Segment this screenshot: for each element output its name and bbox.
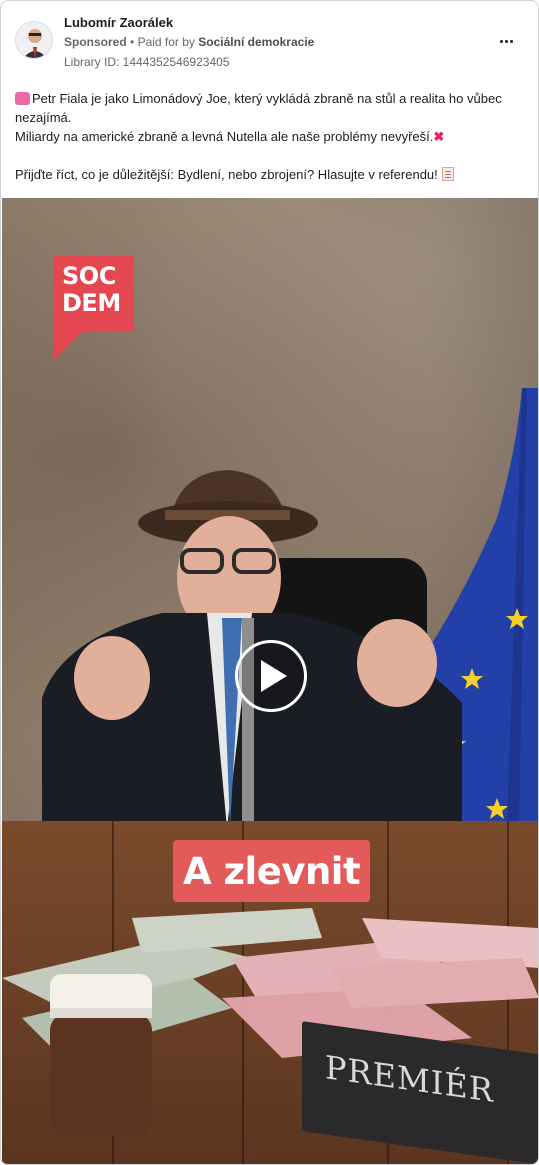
ad-video[interactable]: SOC DEM PREMIÉR A zlevnit — [2, 198, 538, 1164]
author-name[interactable]: Lubomír Zaorálek — [64, 15, 173, 30]
cross-mark-icon: ✖ — [433, 129, 445, 144]
video-caption: A zlevnit — [173, 840, 371, 902]
more-horizontal-icon[interactable] — [494, 31, 518, 51]
socdem-logo: SOC DEM — [54, 256, 134, 360]
author-avatar[interactable] — [15, 21, 53, 59]
nutella-jar-image — [50, 974, 152, 1136]
ad-text-line-2: Miliardy na americké zbraně a levná Nute… — [15, 129, 445, 144]
paid-for-prefix: Paid for by — [137, 35, 195, 49]
cowboy-emoji-icon — [15, 92, 30, 105]
ballot-document-icon — [441, 167, 454, 181]
ad-text-line-1: Petr Fiala je jako Limonádový Joe, který… — [15, 91, 502, 125]
ad-text-line-3: Přijďte říct, co je důležitější: Bydlení… — [15, 165, 525, 184]
play-icon[interactable] — [235, 640, 307, 712]
dot-separator: • — [130, 35, 138, 49]
ad-body-text: Petr Fiala je jako Limonádový Joe, který… — [15, 89, 525, 184]
post-header: Lubomír Zaorálek Sponsored • Paid for by… — [1, 1, 538, 81]
sponsored-label: Sponsored — [64, 35, 127, 49]
ad-post-card: Lubomír Zaorálek Sponsored • Paid for by… — [0, 0, 539, 1165]
paid-for-org[interactable]: Sociální demokracie — [198, 35, 314, 49]
library-id: Library ID: 1444352546923405 — [64, 55, 230, 69]
sponsored-line: Sponsored • Paid for by Sociální demokra… — [64, 35, 314, 49]
